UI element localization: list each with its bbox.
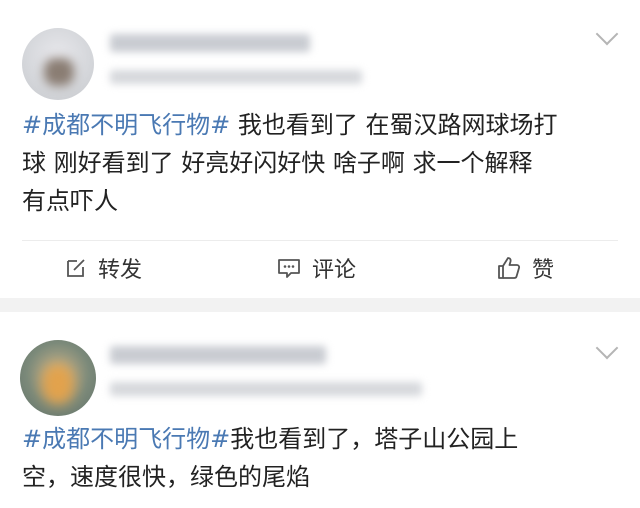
post-text-line-3: 有点吓人 [22, 187, 118, 215]
divider [22, 240, 618, 241]
chevron-down-icon[interactable] [595, 22, 619, 46]
forward-label: 转发 [98, 258, 143, 283]
post-text-line-1: #成都不明飞行物# 我也看到了 在蜀汉路网球场打 [22, 111, 558, 139]
username-blurred[interactable] [110, 346, 326, 364]
post-meta-blurred [110, 382, 422, 396]
comment-bubble-icon [278, 259, 300, 278]
share-edit-icon [67, 259, 85, 277]
comment-button[interactable]: 评论 [276, 250, 356, 286]
avatar[interactable] [22, 28, 94, 100]
weibo-post-1: #成都不明飞行物# 我也看到了 在蜀汉路网球场打 球 刚好看到了 好亮好闪好快 … [0, 0, 640, 298]
post-text-line-1: #成都不明飞行物#我也看到了，塔子山公园上 [22, 425, 519, 453]
post-text-line-2: 空，速度很快，绿色的尾焰 [22, 463, 310, 491]
post-text-line-2: 球 刚好看到了 好亮好闪好快 啥子啊 求一个解释 [22, 149, 533, 177]
comment-label: 评论 [312, 258, 357, 283]
username-blurred[interactable] [110, 34, 310, 52]
hashtag-link[interactable]: #成都不明飞行物# [22, 111, 230, 139]
chevron-down-icon[interactable] [595, 336, 619, 360]
hashtag-link[interactable]: #成都不明飞行物# [22, 425, 230, 453]
thumbs-up-icon [498, 257, 521, 279]
forward-button[interactable]: 转发 [64, 250, 142, 286]
like-button[interactable]: 赞 [496, 250, 554, 286]
avatar[interactable] [20, 340, 96, 416]
post-meta-blurred [110, 70, 362, 84]
like-label: 赞 [532, 258, 555, 283]
weibo-post-2: #成都不明飞行物#我也看到了，塔子山公园上 空，速度很快，绿色的尾焰 [0, 312, 640, 508]
